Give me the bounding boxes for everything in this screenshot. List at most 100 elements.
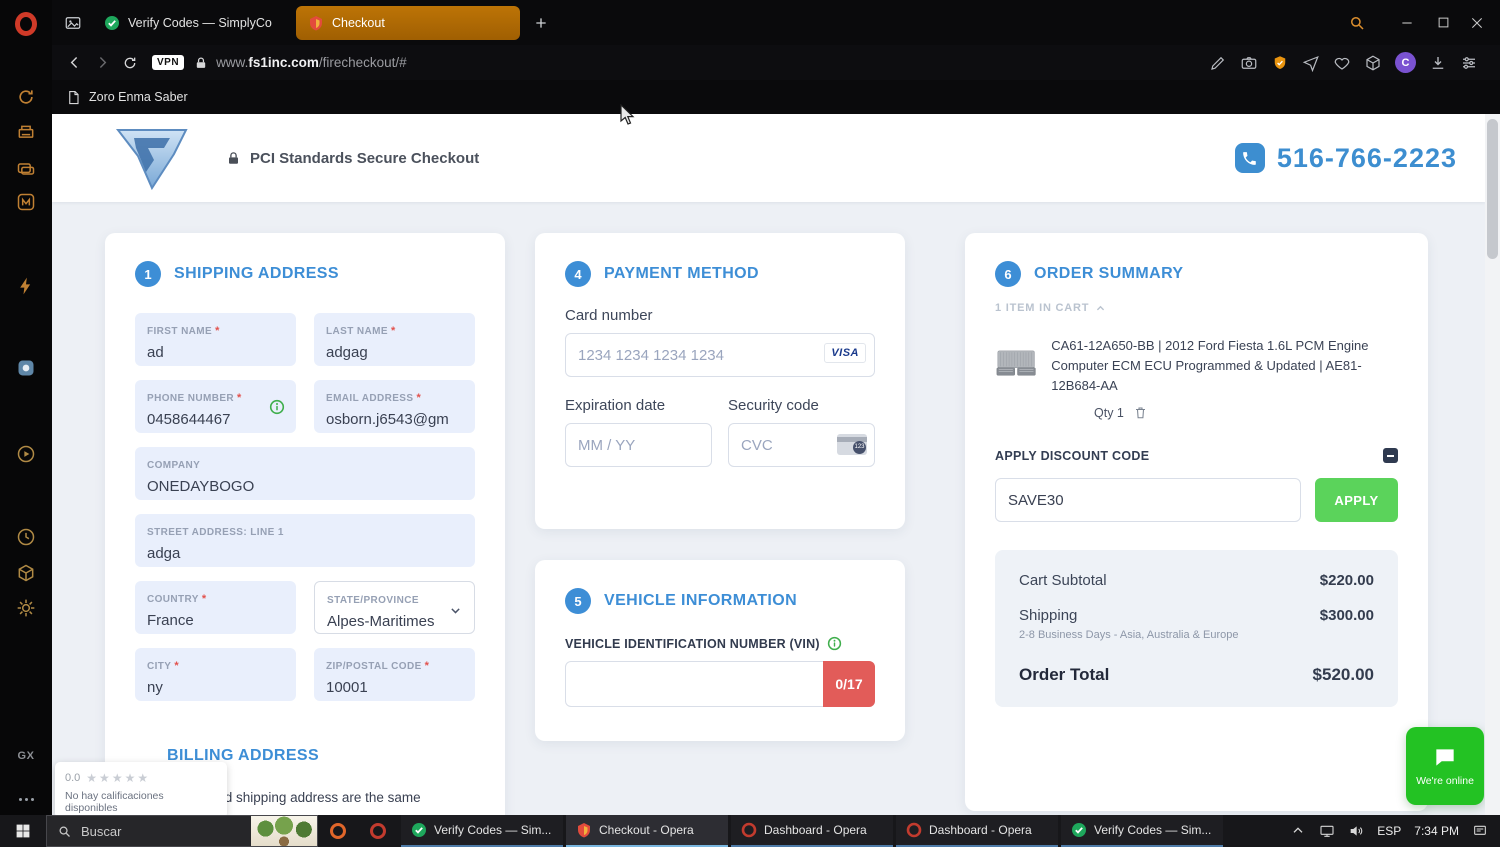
minimize-button[interactable] <box>1392 0 1422 45</box>
back-button[interactable] <box>60 49 88 77</box>
maximize-button[interactable] <box>1428 0 1458 45</box>
search-tabs-icon[interactable] <box>1342 0 1372 45</box>
printer-icon[interactable] <box>15 122 37 144</box>
snapshot-camera-icon[interactable] <box>1240 54 1258 72</box>
new-tab-button[interactable] <box>526 8 556 38</box>
taskbar-window-dashboard-1[interactable]: Dashboard - Opera <box>731 815 893 847</box>
field-label: STREET ADDRESS: LINE 1 <box>147 527 284 538</box>
m-app-icon[interactable] <box>15 191 37 213</box>
bolt-icon[interactable] <box>15 275 37 297</box>
action-center-icon[interactable] <box>1472 823 1488 839</box>
download-icon[interactable] <box>1429 54 1447 72</box>
vehicle-information-card: 5 VEHICLE INFORMATION VEHICLE IDENTIFICA… <box>535 560 905 741</box>
messenger-app-icon[interactable] <box>15 357 37 379</box>
required-mark: * <box>416 392 422 404</box>
page-scrollbar[interactable] <box>1485 114 1500 815</box>
taskbar-window-dashboard-2[interactable]: Dashboard - Opera <box>896 815 1058 847</box>
email-field[interactable]: EMAIL ADDRESS * osborn.j6543@gm <box>314 380 475 433</box>
shipping-row: Shipping 2-8 Business Days - Asia, Austr… <box>1019 607 1374 641</box>
language-indicator[interactable]: ESP <box>1377 824 1401 838</box>
taskbar-window-verify-2[interactable]: Verify Codes — Sim... <box>1061 815 1223 847</box>
apply-button[interactable]: APPLY <box>1315 478 1398 523</box>
trash-icon[interactable] <box>1133 405 1148 420</box>
extension-cube-icon[interactable] <box>1364 54 1382 72</box>
shield-badge-icon[interactable] <box>1271 54 1289 72</box>
field-label: FIRST NAME <box>147 326 213 337</box>
phone-number: 516-766-2223 <box>1276 142 1457 173</box>
opera-logo-icon[interactable] <box>15 12 37 36</box>
compose-icon[interactable] <box>1209 54 1227 72</box>
taskbar-window-checkout[interactable]: Checkout - Opera <box>566 815 728 847</box>
city-field[interactable]: CITY * ny <box>135 648 296 701</box>
required-mark: * <box>237 392 242 404</box>
pinned-opera-gx-icon[interactable] <box>318 815 358 847</box>
street-address-field[interactable]: STREET ADDRESS: LINE 1 adga <box>135 514 475 567</box>
display-network-icon[interactable] <box>1319 823 1335 839</box>
fs1-logo[interactable] <box>108 126 196 190</box>
settings-gear-icon[interactable] <box>15 597 37 619</box>
scrollbar-thumb[interactable] <box>1487 119 1498 259</box>
tray-chevron-icon[interactable] <box>1290 823 1306 839</box>
settings-sliders-icon[interactable] <box>1460 54 1478 72</box>
state-province-select[interactable]: STATE/PROVINCE Alpes-Maritimes <box>314 581 475 634</box>
zip-field[interactable]: ZIP/POSTAL CODE * 10001 <box>314 648 475 701</box>
clock[interactable]: 7:34 PM <box>1414 824 1459 838</box>
cart-items-toggle[interactable]: 1 ITEM IN CART <box>995 302 1398 314</box>
lock-icon <box>229 151 238 164</box>
reload-button[interactable] <box>116 49 144 77</box>
cards-icon[interactable] <box>15 158 37 180</box>
bookmark-item[interactable]: Zoro Enma Saber <box>89 90 188 104</box>
field-label: ZIP/POSTAL CODE <box>326 661 422 672</box>
chat-widget[interactable]: We're online <box>1406 727 1484 805</box>
browser-tab-bar: Verify Codes — SimplyCo Checkout <box>52 0 1500 45</box>
refresh-circle-icon[interactable] <box>15 86 37 108</box>
info-icon[interactable] <box>269 399 285 420</box>
url-text[interactable]: www.fs1inc.com/firecheckout/# <box>216 55 407 70</box>
close-button[interactable] <box>1462 0 1492 45</box>
mouse-cursor <box>620 104 635 125</box>
pinned-opera-icon[interactable] <box>358 815 398 847</box>
phone-link[interactable]: 516-766-2223 <box>1234 142 1457 174</box>
lock-icon[interactable] <box>194 56 208 70</box>
send-icon[interactable] <box>1302 54 1320 72</box>
more-dots-icon[interactable] <box>0 788 52 806</box>
player-icon[interactable] <box>15 443 37 465</box>
tab-gallery-icon[interactable] <box>58 8 88 38</box>
extensions-box-icon[interactable] <box>15 562 37 584</box>
volume-icon[interactable] <box>1348 823 1364 839</box>
info-icon[interactable] <box>827 636 842 651</box>
country-field[interactable]: COUNTRY * France <box>135 581 296 634</box>
taskbar-search-box[interactable]: Buscar <box>46 815 318 847</box>
phone-number-field[interactable]: PHONE NUMBER * 0458644467 <box>135 380 296 433</box>
last-name-field[interactable]: LAST NAME * adgag <box>314 313 475 366</box>
cart-toggle-label: 1 ITEM IN CART <box>995 302 1090 314</box>
checkout-favicon <box>578 823 590 838</box>
vpn-badge[interactable]: VPN <box>152 55 185 70</box>
product-image[interactable] <box>995 336 1037 392</box>
field-value: 10001 <box>326 679 368 696</box>
collapse-minus-icon[interactable] <box>1383 448 1398 464</box>
field-value: France <box>147 612 194 629</box>
start-button[interactable] <box>0 815 46 847</box>
opera-favicon <box>906 822 922 838</box>
product-name[interactable]: CA61-12A650-BB | 2012 Ford Fiesta 1.6L P… <box>1051 336 1398 396</box>
tab-checkout[interactable]: Checkout <box>296 5 520 40</box>
subtotal-label: Cart Subtotal <box>1019 572 1107 590</box>
checkout-favicon <box>310 15 322 30</box>
gx-label: GX <box>17 750 35 762</box>
history-clock-icon[interactable] <box>15 526 37 548</box>
secure-checkout-label: PCI Standards Secure Checkout <box>250 149 480 167</box>
chevron-down-icon <box>449 604 462 622</box>
shipping-value: $300.00 <box>1319 607 1374 625</box>
first-name-field[interactable]: FIRST NAME * ad <box>135 313 296 366</box>
discount-code-input[interactable] <box>995 478 1301 523</box>
company-field[interactable]: COMPANY ONEDAYBOGO <box>135 447 475 500</box>
taskbar-window-verify-1[interactable]: Verify Codes — Sim... <box>401 815 563 847</box>
profile-avatar[interactable]: C <box>1395 52 1416 73</box>
expiration-input[interactable] <box>565 423 712 467</box>
heart-icon[interactable] <box>1333 54 1351 72</box>
search-highlight-image[interactable] <box>251 816 317 846</box>
task-label: Dashboard - Opera <box>929 823 1032 837</box>
tab-verify-codes[interactable]: Verify Codes — SimplyCo <box>92 6 292 40</box>
forward-button[interactable] <box>88 49 116 77</box>
